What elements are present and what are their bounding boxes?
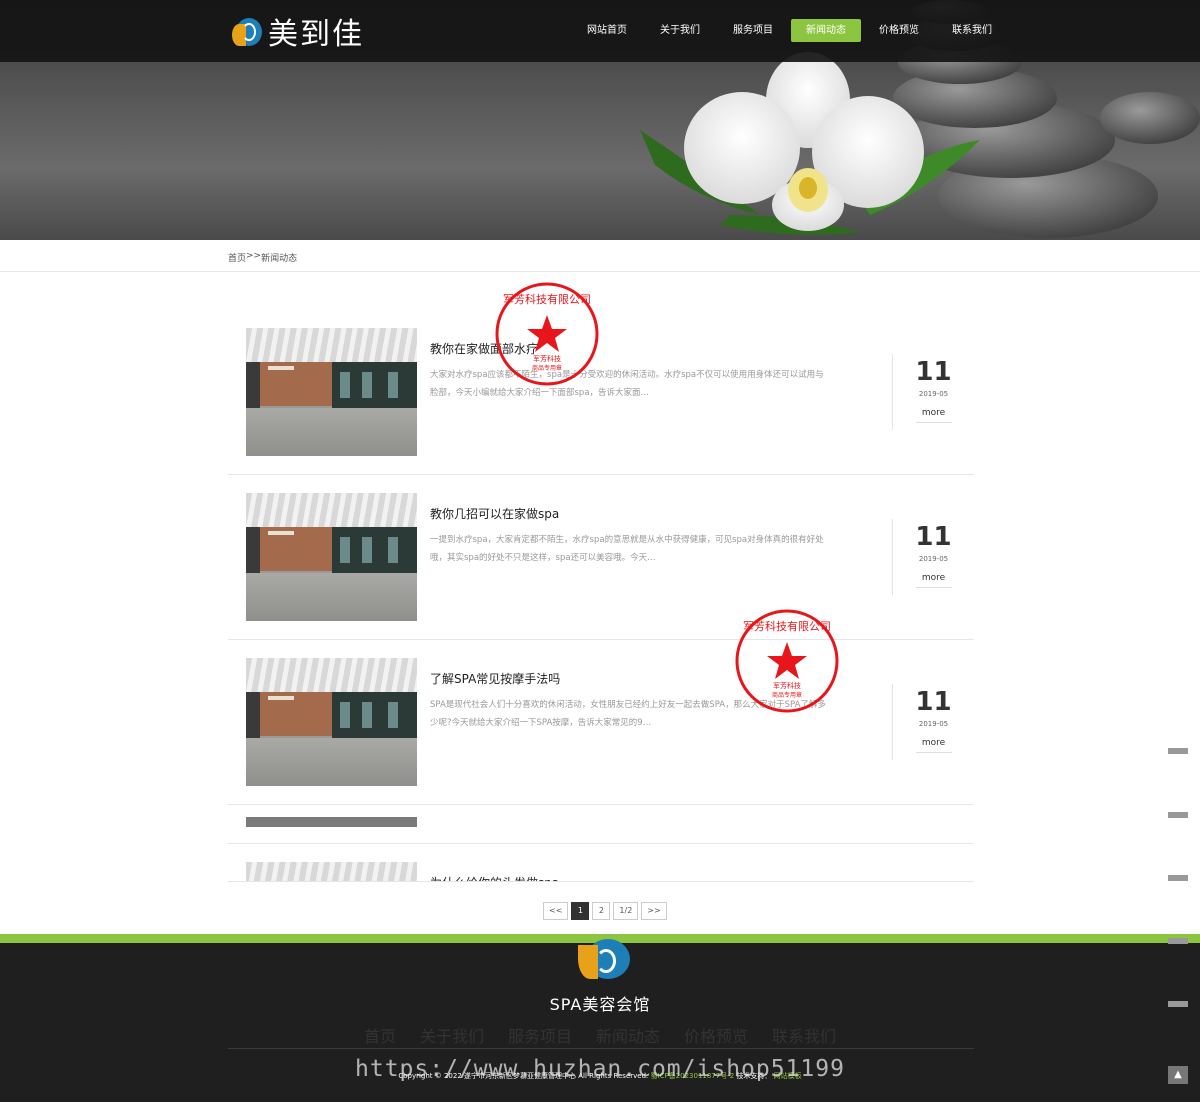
nav-item-prices[interactable]: 价格预览 [864,19,934,42]
company-seal: 军芳科技 商品专用章 军芳科技有限公司 [495,282,599,386]
news-item: 了解SPA常见按摩手法吗 SPA是现代社会人们十分喜欢的休闲活动，女性朋友已经约… [228,640,974,805]
more-link[interactable]: more [915,738,952,753]
svg-text:军芳科技有限公司: 军芳科技有限公司 [503,292,591,306]
breadcrumb-current[interactable]: 新闻动态 [261,251,297,264]
main-nav: 网站首页 关于我们 服务项目 新闻动态 价格预览 联系我们 [572,19,1010,42]
footer-divider [228,1048,974,1049]
side-toolbar-item[interactable] [1168,748,1188,754]
back-to-top-icon[interactable]: ▲ [1168,1066,1188,1084]
footer: SPA美容会馆 首页 关于我们 服务项目 新闻动态 价格预览 联系我们 Copy… [0,934,1200,1102]
svg-text:军芳科技: 军芳科技 [533,354,561,363]
footer-nav-about[interactable]: 关于我们 [420,1023,484,1047]
prev-page-button[interactable]: << [543,902,569,920]
news-summary: 一提到水疗spa，大家肯定都不陌生，水疗spa的意思就是从水中获得健康，可见sp… [430,535,824,563]
svg-text:商品专用章: 商品专用章 [772,691,802,699]
logo-icon [232,14,262,48]
breadcrumb-bar: 首页 >> 新闻动态 [0,240,1200,272]
company-seal: 军芳科技 商品专用章 军芳科技有限公司 [735,609,839,713]
news-date: 11 2019-05 more [892,519,974,595]
logo-text: 美到佳 [268,17,364,52]
news-day: 11 [915,687,952,717]
news-thumbnail[interactable] [246,817,417,827]
news-thumbnail[interactable] [246,862,417,881]
news-thumbnail[interactable] [246,328,417,456]
footer-nav: 首页 关于我们 服务项目 新闻动态 价格预览 联系我们 [0,1023,1200,1047]
news-item [228,805,974,844]
nav-item-news[interactable]: 新闻动态 [791,19,861,42]
news-thumbnail[interactable] [246,493,417,621]
nav-item-about[interactable]: 关于我们 [645,19,715,42]
svg-text:军芳科技: 军芳科技 [773,681,801,690]
side-toolbar-item[interactable] [1168,938,1188,944]
news-item: 为什么给你的头发做spa [228,844,974,882]
news-summary: 大家对水疗spa应该都不陌生，spa是十分受欢迎的休闲活动。水疗spa不仅可以使… [430,370,824,398]
page-2-button[interactable]: 2 [592,902,611,920]
page-1-button[interactable]: 1 [571,902,590,920]
footer-site-name: SPA美容会馆 [549,995,651,1014]
news-item: 教你几招可以在家做spa 一提到水疗spa，大家肯定都不陌生，水疗spa的意思就… [228,475,974,640]
footer-nav-services[interactable]: 服务项目 [508,1023,572,1047]
nav-item-home[interactable]: 网站首页 [572,19,642,42]
news-list: 教你在家做面部水疗 大家对水疗spa应该都不陌生，spa是十分受欢迎的休闲活动。… [228,310,974,882]
news-date: 11 2019-05 more [892,354,974,430]
more-link[interactable]: more [915,408,952,423]
nav-item-services[interactable]: 服务项目 [718,19,788,42]
side-toolbar-item[interactable] [1168,1001,1188,1007]
news-year-month: 2019-05 [918,555,949,563]
url-watermark: https://www.huzhan.com/ishop51199 [355,1056,845,1082]
footer-logo-icon [578,939,632,981]
news-day: 11 [915,522,952,552]
footer-nav-contact[interactable]: 联系我们 [772,1023,836,1047]
news-year-month: 2019-05 [918,720,949,728]
site-logo[interactable]: 美到佳 [232,12,364,52]
footer-nav-news[interactable]: 新闻动态 [596,1023,660,1047]
news-day: 11 [915,357,952,387]
svg-text:军芳科技有限公司: 军芳科技有限公司 [743,619,831,633]
side-toolbar-item[interactable] [1168,812,1188,818]
footer-nav-home[interactable]: 首页 [364,1023,396,1047]
news-date: 11 2019-05 more [892,684,974,760]
nav-item-contact[interactable]: 联系我们 [937,19,1007,42]
svg-text:商品专用章: 商品专用章 [532,364,562,372]
page-info: 1/2 [613,902,639,920]
breadcrumb-separator: >> [246,251,262,261]
footer-nav-prices[interactable]: 价格预览 [684,1023,748,1047]
news-title[interactable]: 了解SPA常见按摩手法吗 [430,670,560,687]
top-navigation-bar: 美到佳 网站首页 关于我们 服务项目 新闻动态 价格预览 联系我们 [0,0,1200,62]
next-page-button[interactable]: >> [641,902,667,920]
pagination: << 1 2 1/2 >> [543,902,670,920]
news-thumbnail[interactable] [246,658,417,786]
side-toolbar-item[interactable] [1168,875,1188,881]
news-title[interactable]: 为什么给你的头发做spa [430,874,559,881]
news-year-month: 2019-05 [918,390,949,398]
breadcrumb: 首页 >> 新闻动态 [228,251,297,264]
breadcrumb-home[interactable]: 首页 [228,251,246,264]
news-title[interactable]: 教你几招可以在家做spa [430,505,559,522]
more-link[interactable]: more [915,573,952,588]
